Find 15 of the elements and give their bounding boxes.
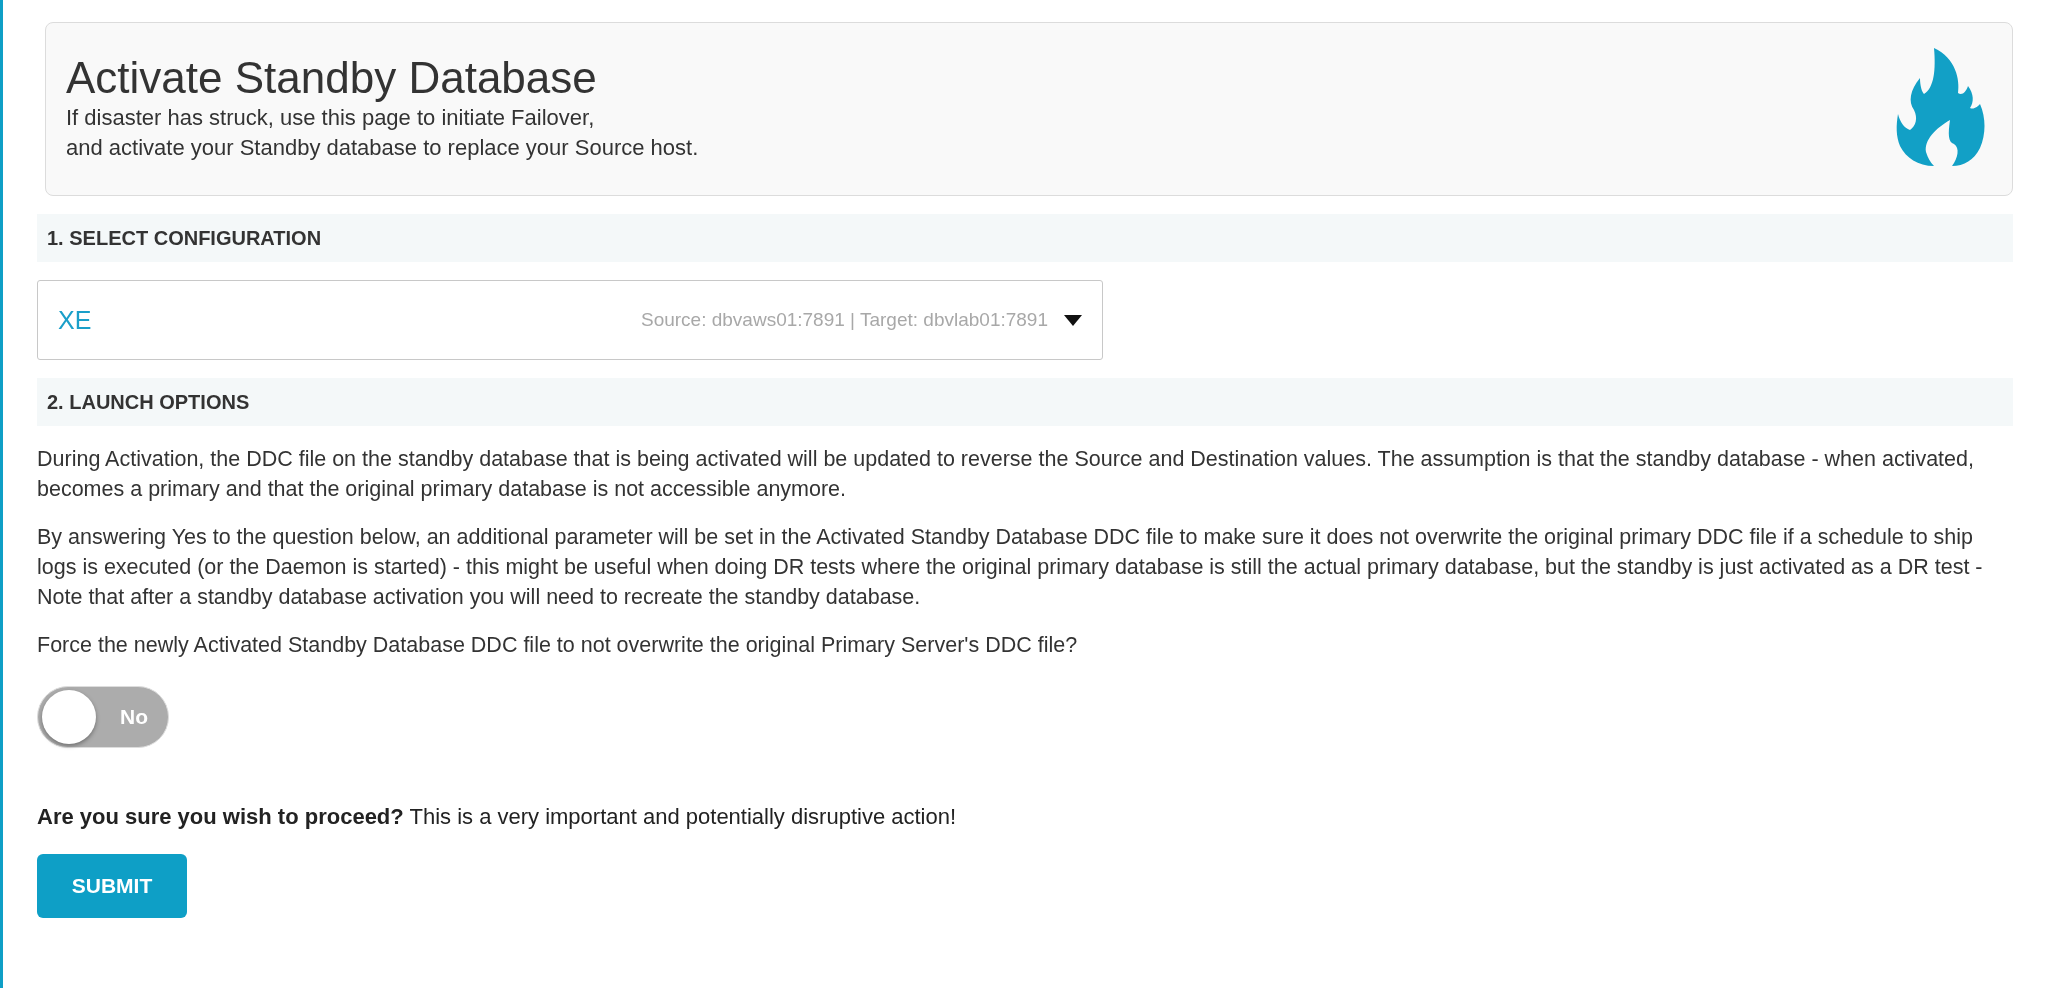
paragraph: During Activation, the DDC file on the standby database that is being activated will be updated to reverse the Source and Destination values. The assumption is that the standby database - when activated, becomes a primary and that the original primary database is not accessible anymore. [37,446,1975,503]
page-title: Activate Standby Database [66,53,598,103]
dropdown-detail: Source: dbvaws01:7891 | Target: dbvlab01:7891 [640,309,1048,331]
submit-button[interactable]: SUBMIT [37,854,187,918]
page-subtitle: If disaster has struck, use this page to initiate Failover, [66,104,596,132]
configuration-dropdown[interactable]: XE Source: dbvaws01:7891 | Target: dbvlab01:7891 [37,280,1103,360]
confirmation-text: Are you sure you wish to proceed? This is a very important and potentially disruptive action! [37,804,958,830]
caret-icon [1064,314,1082,326]
toggle-switch[interactable]: No [37,686,169,748]
dropdown-value: XE [58,305,93,335]
section-heading: 2. LAUNCH OPTIONS [37,378,2013,426]
paragraph: Force the newly Activated Standby Database DDC file to not overwrite the original Primary Server's DDC file? [37,632,1079,659]
paragraph: By answering Yes to the question below, an additional parameter will be set in the Activated Standby Database DDC file to make sure it does not overwrite the original primary DDC file if a schedule to ship logs is executed (or the Daemon is started) - this might be useful when doing DR tests where the original primary database is still the actual primary database, but the standby is just activated as a DR test - Note that after a standby database activation you will need to recreate the standby database. [37,524,1984,611]
section-heading: 1. SELECT CONFIGURATION [37,214,2013,262]
page-subtitle: and activate your Standby database to replace your Source host. [66,134,699,162]
